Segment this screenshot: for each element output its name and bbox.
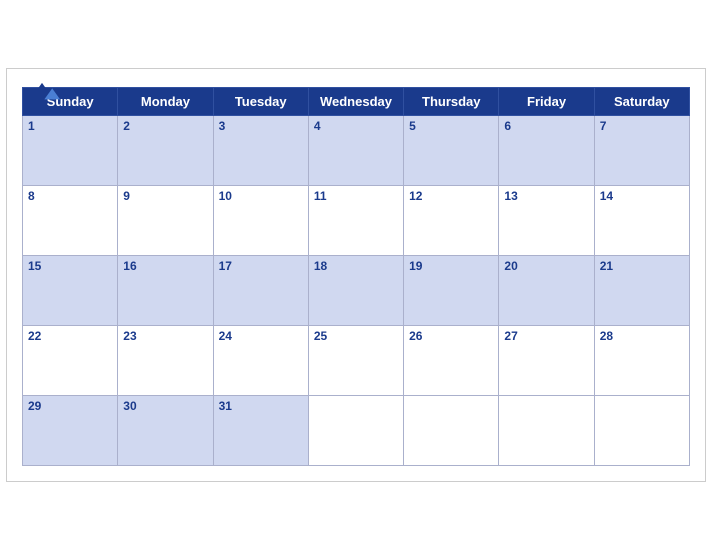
day-number: 24	[219, 329, 232, 343]
calendar-day-cell: 11	[308, 186, 403, 256]
day-number: 14	[600, 189, 613, 203]
calendar-day-cell: 2	[118, 116, 213, 186]
calendar-week-row: 15 16 17 18 19 20 21	[23, 256, 690, 326]
calendar-week-row: 29 30 31	[23, 396, 690, 466]
day-number: 27	[504, 329, 517, 343]
calendar-day-cell: 9	[118, 186, 213, 256]
weekday-header-thursday: Thursday	[404, 88, 499, 116]
day-number: 28	[600, 329, 613, 343]
day-number: 31	[219, 399, 232, 413]
calendar-day-cell: 17	[213, 256, 308, 326]
calendar-day-cell: 6	[499, 116, 594, 186]
day-number: 3	[219, 119, 226, 133]
day-number: 20	[504, 259, 517, 273]
calendar-day-cell: 19	[404, 256, 499, 326]
calendar-day-cell: 4	[308, 116, 403, 186]
weekday-header-monday: Monday	[118, 88, 213, 116]
day-number: 26	[409, 329, 422, 343]
calendar-day-cell: 12	[404, 186, 499, 256]
calendar-day-cell: 24	[213, 326, 308, 396]
weekday-header-wednesday: Wednesday	[308, 88, 403, 116]
day-number: 25	[314, 329, 327, 343]
day-number: 16	[123, 259, 136, 273]
day-number: 15	[28, 259, 41, 273]
logo-area	[22, 79, 62, 101]
calendar-day-cell	[308, 396, 403, 466]
day-number: 22	[28, 329, 41, 343]
weekday-header-tuesday: Tuesday	[213, 88, 308, 116]
day-number: 11	[314, 189, 327, 203]
calendar-day-cell: 7	[594, 116, 689, 186]
day-number: 10	[219, 189, 232, 203]
calendar-day-cell	[404, 396, 499, 466]
day-number: 2	[123, 119, 130, 133]
day-number: 12	[409, 189, 422, 203]
calendar-week-row: 1 2 3 4 5 6 7	[23, 116, 690, 186]
weekday-header-saturday: Saturday	[594, 88, 689, 116]
calendar-table: SundayMondayTuesdayWednesdayThursdayFrid…	[22, 87, 690, 466]
day-number: 4	[314, 119, 321, 133]
calendar-day-cell: 3	[213, 116, 308, 186]
calendar-day-cell: 25	[308, 326, 403, 396]
calendar-day-cell: 26	[404, 326, 499, 396]
calendar-day-cell: 31	[213, 396, 308, 466]
calendar-day-cell: 27	[499, 326, 594, 396]
day-number: 29	[28, 399, 41, 413]
calendar-day-cell	[594, 396, 689, 466]
day-number: 9	[123, 189, 130, 203]
day-number: 7	[600, 119, 607, 133]
calendar-day-cell: 5	[404, 116, 499, 186]
calendar-day-cell: 18	[308, 256, 403, 326]
day-number: 23	[123, 329, 136, 343]
calendar-day-cell: 21	[594, 256, 689, 326]
weekday-header-friday: Friday	[499, 88, 594, 116]
calendar-day-cell: 22	[23, 326, 118, 396]
day-number: 18	[314, 259, 327, 273]
day-number: 5	[409, 119, 416, 133]
calendar-day-cell: 13	[499, 186, 594, 256]
day-number: 30	[123, 399, 136, 413]
day-number: 17	[219, 259, 232, 273]
calendar-day-cell: 29	[23, 396, 118, 466]
calendar-week-row: 22 23 24 25 26 27 28	[23, 326, 690, 396]
calendar-day-cell: 10	[213, 186, 308, 256]
day-number: 21	[600, 259, 613, 273]
calendar-day-cell: 30	[118, 396, 213, 466]
day-number: 6	[504, 119, 511, 133]
calendar-container: SundayMondayTuesdayWednesdayThursdayFrid…	[6, 68, 706, 482]
weekday-header-row: SundayMondayTuesdayWednesdayThursdayFrid…	[23, 88, 690, 116]
calendar-day-cell: 20	[499, 256, 594, 326]
calendar-day-cell: 1	[23, 116, 118, 186]
calendar-week-row: 8 9 10 11 12 13 14	[23, 186, 690, 256]
calendar-day-cell: 15	[23, 256, 118, 326]
logo-icon	[22, 79, 62, 101]
calendar-day-cell: 16	[118, 256, 213, 326]
day-number: 8	[28, 189, 35, 203]
day-number: 13	[504, 189, 517, 203]
calendar-day-cell: 28	[594, 326, 689, 396]
calendar-day-cell: 8	[23, 186, 118, 256]
calendar-day-cell	[499, 396, 594, 466]
calendar-day-cell: 23	[118, 326, 213, 396]
calendar-day-cell: 14	[594, 186, 689, 256]
day-number: 19	[409, 259, 422, 273]
day-number: 1	[28, 119, 35, 133]
